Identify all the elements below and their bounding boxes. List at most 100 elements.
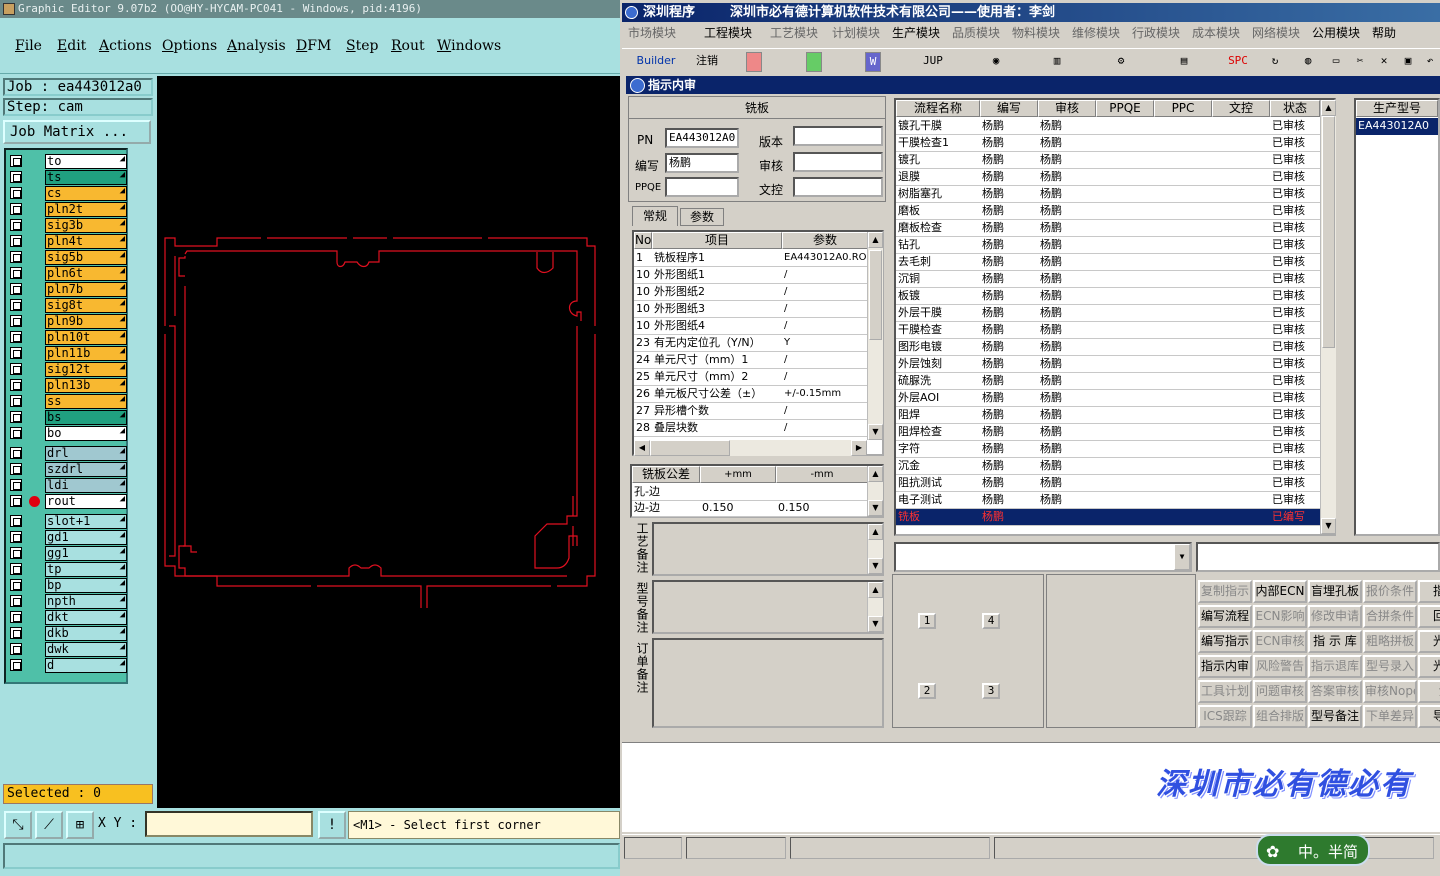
menu-actions[interactable]: Actions (99, 38, 152, 54)
layer-checkbox[interactable] (10, 347, 22, 359)
layer-checkbox[interactable] (10, 331, 22, 343)
btn-4-4[interactable]: 测 (1418, 680, 1440, 703)
layer-checkbox[interactable] (10, 411, 22, 423)
layer-row-ts[interactable]: ts ◢ (9, 170, 127, 185)
ppqe-field[interactable] (665, 177, 739, 197)
layer-row-rout[interactable]: rout ◢ (9, 494, 127, 509)
btn-1-1[interactable]: ECN影响 (1253, 605, 1307, 628)
sz-menu-6[interactable]: 物料模块 (1012, 24, 1060, 41)
layer-checkbox[interactable] (10, 219, 22, 231)
word-icon[interactable]: W (865, 52, 881, 72)
close-icon[interactable]: ✕ (1376, 52, 1392, 72)
flow-row[interactable]: 干膜检查 杨鹏 杨鹏 已审核 (896, 322, 1320, 339)
btn-5-4[interactable]: 导入 (1418, 705, 1440, 728)
btn-5-2[interactable]: 型号备注 (1308, 705, 1362, 728)
layer-row-tp[interactable]: tp ◢ (9, 562, 127, 577)
sz-menu-0[interactable]: 市场模块 (628, 24, 676, 41)
layer-checkbox[interactable] (10, 315, 22, 327)
tolerance-row[interactable]: 孔-边 (632, 484, 867, 501)
info-icon[interactable]: ! (318, 811, 346, 839)
flow-row[interactable]: 磨板检查 杨鹏 杨鹏 已审核 (896, 220, 1320, 237)
layer-checkbox[interactable] (10, 283, 22, 295)
flow-row[interactable]: 阻焊检查 杨鹏 杨鹏 已审核 (896, 424, 1320, 441)
scroll-down-icon[interactable]: ▼ (868, 500, 883, 516)
powerpoint-icon[interactable] (746, 52, 762, 72)
save-icon[interactable]: ▣ (1400, 52, 1416, 72)
diagram-num-1[interactable]: 1 (918, 613, 936, 629)
scroll-thumb[interactable] (869, 250, 882, 340)
btn-3-1[interactable]: 风险警告 (1253, 655, 1307, 678)
layer-checkbox[interactable] (10, 495, 22, 507)
sz-menu-7[interactable]: 维修模块 (1072, 24, 1120, 41)
menu-file[interactable]: File (15, 38, 42, 54)
model-remark-box[interactable]: ▲ ▼ (652, 580, 884, 634)
layer-checkbox[interactable] (10, 531, 22, 543)
btn-4-0[interactable]: 工具计划 (1198, 680, 1252, 703)
btn-0-1[interactable]: 内部ECN (1253, 580, 1307, 603)
btn-2-2[interactable]: 指 示 库 (1308, 630, 1362, 653)
layer-row-sig5b[interactable]: sig5b ◢ (9, 250, 127, 265)
menu-windows[interactable]: Windows (437, 38, 501, 54)
remark-vscroll[interactable]: ▲ ▼ (867, 582, 883, 632)
sz-menu-5[interactable]: 品质模块 (952, 24, 1000, 41)
flow-row[interactable]: 图形电镀 杨鹏 杨鹏 已审核 (896, 339, 1320, 356)
layer-checkbox[interactable] (10, 187, 22, 199)
flow-row[interactable]: 阻焊 杨鹏 杨鹏 已审核 (896, 407, 1320, 424)
flow-row[interactable]: 沉金 杨鹏 杨鹏 已审核 (896, 458, 1320, 475)
scroll-right-icon[interactable]: ▶ (851, 440, 867, 456)
menu-step[interactable]: Step (346, 38, 378, 54)
scroll-up-icon[interactable]: ▲ (868, 466, 883, 482)
layer-row-cs[interactable]: cs ◢ (9, 186, 127, 201)
layer-checkbox[interactable] (10, 611, 22, 623)
builder-button[interactable]: Builder (628, 52, 684, 72)
flow-row[interactable]: 镀孔干膜 杨鹏 杨鹏 已审核 (896, 118, 1320, 135)
layer-checkbox[interactable] (10, 203, 22, 215)
sz-menu-11[interactable]: 公用模块 (1312, 24, 1360, 41)
layer-checkbox[interactable] (10, 251, 22, 263)
params-row[interactable]: 24 单元尺寸（mm）1 / (634, 352, 867, 369)
layer-row-pln10t[interactable]: pln10t ◢ (9, 330, 127, 345)
params-row[interactable]: 27 异形槽个数 / (634, 403, 867, 420)
wenkong-field[interactable] (793, 177, 883, 197)
search-input[interactable] (1196, 542, 1440, 572)
excel-icon[interactable] (806, 52, 822, 72)
sz-menu-4[interactable]: 生产模块 (892, 24, 940, 41)
btn-2-0[interactable]: 编写指示 (1198, 630, 1252, 653)
layer-checkbox[interactable] (10, 379, 22, 391)
sz-menu-10[interactable]: 网络模块 (1252, 24, 1300, 41)
layer-row-npth[interactable]: npth ◢ (9, 594, 127, 609)
menu-rout[interactable]: Rout (391, 38, 425, 54)
layer-checkbox[interactable] (10, 643, 22, 655)
btn-3-2[interactable]: 指示退库 (1308, 655, 1362, 678)
sz-menu-2[interactable]: 工艺模块 (770, 24, 818, 41)
layer-checkbox[interactable] (10, 463, 22, 475)
diagram-num-4[interactable]: 4 (982, 613, 1000, 629)
scroll-up-icon[interactable]: ▲ (868, 232, 883, 248)
btn-2-3[interactable]: 粗略拼板 (1363, 630, 1417, 653)
layer-checkbox[interactable] (10, 479, 22, 491)
audit-field[interactable] (793, 152, 883, 172)
xy-input[interactable] (145, 811, 313, 837)
new-icon[interactable]: ▭ (1328, 52, 1344, 72)
scroll-up-icon[interactable]: ▲ (1321, 100, 1336, 116)
layer-row-bo[interactable]: bo ◢ (9, 426, 127, 441)
btn-5-0[interactable]: ICS跟踪 (1198, 705, 1252, 728)
logout-button[interactable]: 注销 (692, 52, 722, 72)
jup-button[interactable]: JUP (920, 52, 946, 72)
layer-row-ldi[interactable]: ldi ◢ (9, 478, 127, 493)
globe-icon[interactable]: ◍ (1300, 52, 1316, 72)
process-remark-box[interactable]: ▲ ▼ (652, 522, 884, 576)
flow-vscroll[interactable]: ▲ ▼ (1320, 100, 1336, 534)
params-row[interactable]: 26 单元板尺寸公差（±） +/-0.15mm (634, 386, 867, 403)
zoom-in-icon[interactable]: ⤡ (4, 811, 32, 839)
diagram-num-2[interactable]: 2 (918, 683, 936, 699)
layer-row-to[interactable]: to ◢ (9, 154, 127, 169)
sz-menu-9[interactable]: 成本模块 (1192, 24, 1240, 41)
undo-icon[interactable]: ↶ (1422, 52, 1438, 72)
flow-row[interactable]: 外层蚀刻 杨鹏 杨鹏 已审核 (896, 356, 1320, 373)
refresh-icon[interactable]: ↻ (1267, 52, 1283, 72)
layer-checkbox[interactable] (10, 395, 22, 407)
scroll-left-icon[interactable]: ◀ (634, 440, 650, 456)
diagram-num-3[interactable]: 3 (982, 683, 1000, 699)
flow-row[interactable]: 退膜 杨鹏 杨鹏 已审核 (896, 169, 1320, 186)
